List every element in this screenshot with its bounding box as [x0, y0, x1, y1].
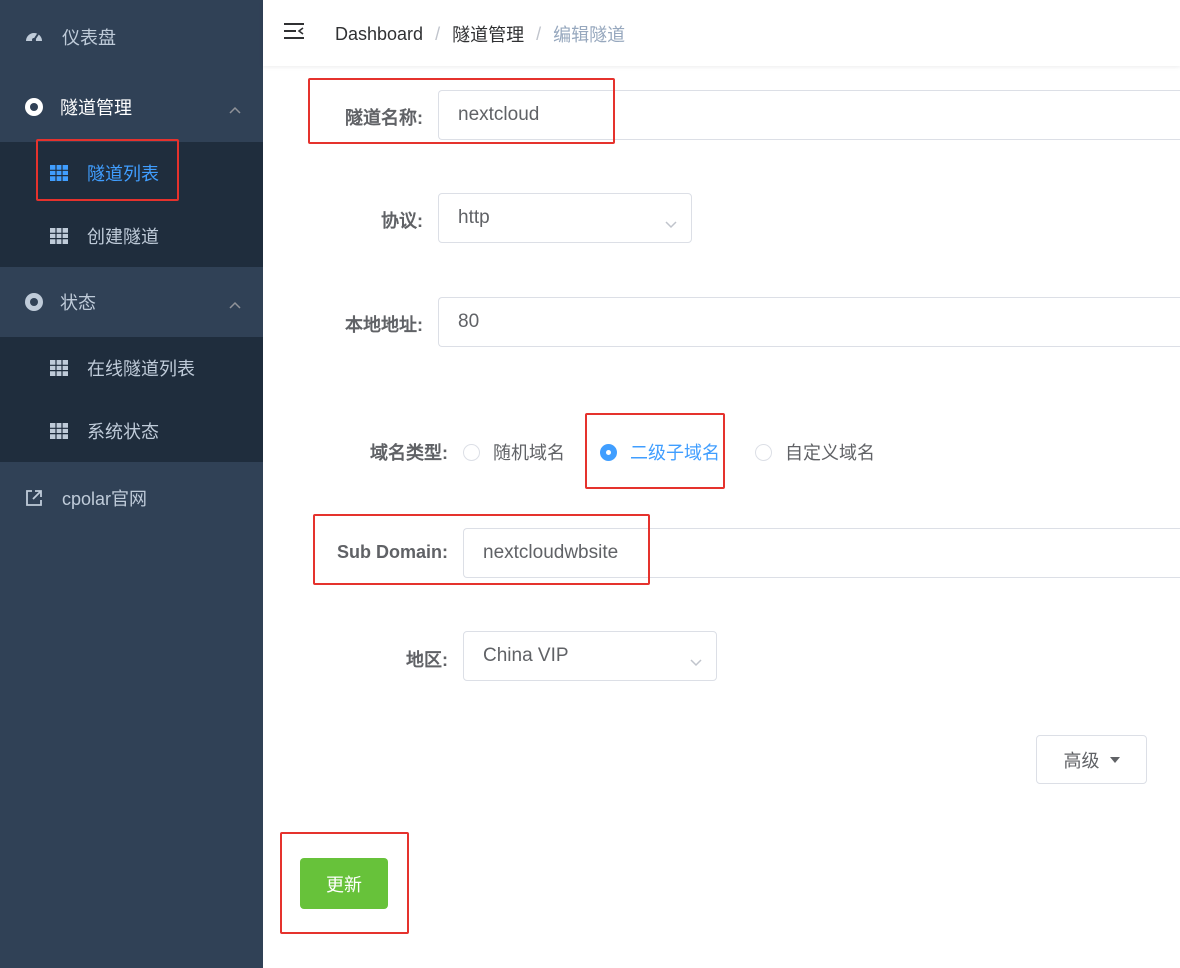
- sidebar-item-online-tunnels[interactable]: 在线隧道列表: [0, 337, 263, 399]
- tunnel-name-label: 隧道名称:: [345, 108, 423, 128]
- breadcrumb-section[interactable]: 隧道管理: [452, 21, 524, 47]
- sidebar-group-tunnel-mgmt[interactable]: 隧道管理: [0, 86, 263, 128]
- sidebar: 仪表盘 隧道管理 隧道列表 创建隧道 状态 在线隧道列表 系统状态 cpolar…: [0, 0, 263, 968]
- radio-label: 随机域名: [493, 443, 565, 463]
- caret-down-icon: [1109, 756, 1120, 763]
- chevron-up-icon: [229, 101, 241, 114]
- region-select[interactable]: China VIP: [463, 631, 717, 681]
- radio-label: 二级子域名: [630, 443, 720, 463]
- sidebar-item-label: 创建隧道: [87, 227, 159, 247]
- radio-label: 自定义域名: [785, 443, 875, 463]
- radio-indicator: [600, 443, 617, 461]
- hamburger-icon[interactable]: [284, 22, 304, 40]
- radio-indicator: [755, 443, 772, 461]
- radio-custom-domain[interactable]: 自定义域名: [755, 439, 875, 465]
- sidebar-item-label: 仪表盘: [62, 28, 116, 48]
- submenu-status: 在线隧道列表 系统状态: [0, 337, 263, 462]
- protocol-select-value: http: [458, 207, 490, 228]
- top-navbar: Dashboard / 隧道管理 / 编辑隧道: [263, 0, 1180, 66]
- breadcrumb-home[interactable]: Dashboard: [335, 24, 423, 45]
- protocol-select[interactable]: http: [438, 193, 692, 243]
- update-button[interactable]: 更新: [300, 858, 388, 909]
- sidebar-group-label: 状态: [60, 293, 96, 313]
- lifebuoy-icon: [24, 292, 44, 312]
- table-icon: [50, 165, 68, 181]
- radio-subdomain[interactable]: 二级子域名: [600, 439, 720, 465]
- breadcrumb-separator: /: [536, 23, 542, 44]
- region-label: 地区:: [406, 650, 448, 670]
- breadcrumb: Dashboard / 隧道管理 / 编辑隧道: [335, 21, 625, 47]
- sidebar-group-label: 隧道管理: [60, 98, 132, 118]
- sidebar-item-tunnel-list[interactable]: 隧道列表: [0, 142, 263, 204]
- sidebar-item-create-tunnel[interactable]: 创建隧道: [0, 205, 263, 267]
- breadcrumb-separator: /: [435, 23, 441, 44]
- sidebar-item-dashboard[interactable]: 仪表盘: [0, 16, 263, 58]
- sidebar-group-status[interactable]: 状态: [0, 281, 263, 323]
- domain-type-label: 域名类型:: [370, 443, 448, 463]
- local-address-input[interactable]: 80: [438, 297, 1180, 347]
- radio-random-domain[interactable]: 随机域名: [463, 439, 565, 465]
- table-icon: [50, 360, 68, 376]
- chevron-down-icon: [690, 651, 702, 667]
- sidebar-item-cpolar-site[interactable]: cpolar官网: [0, 477, 263, 519]
- submenu-tunnel-mgmt: 隧道列表 创建隧道: [0, 142, 263, 267]
- sidebar-item-system-status[interactable]: 系统状态: [0, 400, 263, 462]
- tunnel-name-input[interactable]: nextcloud: [438, 90, 1180, 140]
- advanced-label: 高级: [1063, 750, 1100, 771]
- sidebar-item-label: 系统状态: [87, 422, 159, 442]
- advanced-dropdown-button[interactable]: 高级: [1036, 735, 1147, 784]
- sidebar-item-label: cpolar官网: [62, 489, 148, 509]
- radio-indicator: [463, 443, 480, 461]
- lifebuoy-icon: [24, 97, 44, 117]
- region-select-value: China VIP: [483, 645, 569, 666]
- protocol-label: 协议:: [381, 211, 423, 231]
- local-address-label: 本地地址:: [345, 315, 423, 335]
- table-icon: [50, 423, 68, 439]
- subdomain-input[interactable]: nextcloudwbsite: [463, 528, 1180, 578]
- gauge-icon: [24, 27, 44, 47]
- sidebar-item-label: 在线隧道列表: [87, 359, 195, 379]
- subdomain-label: Sub Domain:: [337, 542, 448, 562]
- external-link-icon: [24, 488, 44, 508]
- breadcrumb-current: 编辑隧道: [553, 25, 626, 45]
- chevron-up-icon: [229, 296, 241, 309]
- sidebar-item-label: 隧道列表: [87, 164, 159, 184]
- table-icon: [50, 228, 68, 244]
- chevron-down-icon: [665, 213, 677, 229]
